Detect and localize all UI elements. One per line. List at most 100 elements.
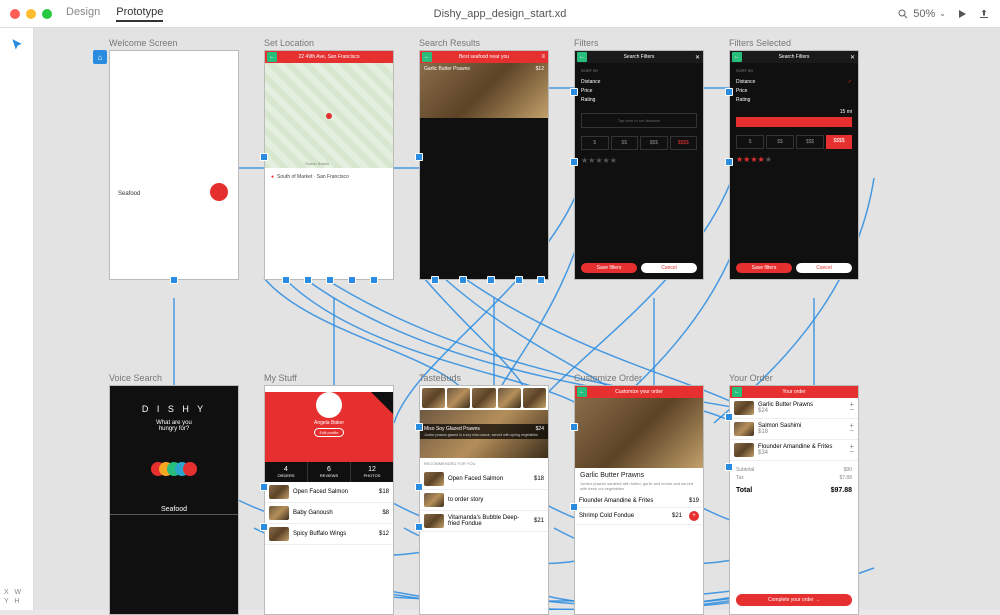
artboard-filters[interactable]: Filters ←Search Filters✕ SORT BY Distanc… <box>574 38 704 280</box>
list-item[interactable]: to order story <box>420 490 548 511</box>
prompt-line-2: hungry for? <box>110 426 238 432</box>
window-controls[interactable] <box>10 9 52 19</box>
cancel-button[interactable]: Cancel <box>796 263 852 273</box>
sort-distance[interactable]: Distance ✓ <box>736 78 852 87</box>
artboard-label: Your Order <box>729 373 859 383</box>
back-icon[interactable]: ← <box>267 52 277 62</box>
save-filters-button[interactable]: Save filters <box>736 263 792 273</box>
map-pin-icon <box>326 113 332 119</box>
save-filters-button[interactable]: Save filters <box>581 263 637 273</box>
search-field[interactable]: Seafood <box>118 191 140 197</box>
artboard-label: Filters <box>574 38 704 48</box>
back-icon[interactable]: ← <box>577 52 587 62</box>
sort-price[interactable]: Price <box>581 87 697 96</box>
cancel-button[interactable]: Cancel <box>641 263 697 273</box>
avatar[interactable] <box>316 392 342 418</box>
filters-header: ←Search Filters✕ <box>730 51 858 63</box>
waveform <box>110 462 238 476</box>
artboard-your-order[interactable]: Your Order ←Your order Garlic Butter Pra… <box>729 373 859 615</box>
price-3[interactable]: $$$ <box>796 135 824 149</box>
addon-item[interactable]: Shrimp Cold Fondue$21+ <box>575 508 703 525</box>
back-icon[interactable]: ← <box>732 52 742 62</box>
complete-order-button[interactable]: Complete your order → <box>736 594 852 606</box>
add-icon[interactable]: + <box>689 511 699 521</box>
chevron-down-icon: ⌄ <box>939 9 946 18</box>
price-4[interactable]: $$$$ <box>670 136 698 150</box>
pin-icon: ● <box>271 174 274 180</box>
sort-price[interactable]: Price <box>736 87 852 96</box>
sort-rating[interactable]: Rating <box>581 96 697 105</box>
back-icon[interactable]: ← <box>732 387 742 397</box>
play-icon[interactable] <box>956 8 968 20</box>
close-icon[interactable]: ✕ <box>695 54 700 61</box>
section-label: RECOMMENDED FOR YOU <box>420 458 548 469</box>
distance-input[interactable]: Tap here to set distance <box>581 113 697 128</box>
location-result[interactable]: ●South of Market · San Francisco <box>265 168 393 186</box>
price-2[interactable]: $$ <box>766 135 794 149</box>
coordinates-readout: X W Y H <box>4 589 21 606</box>
price-1[interactable]: $ <box>736 135 764 149</box>
price-1[interactable]: $ <box>581 136 609 150</box>
mode-tabs: Design Prototype <box>66 6 163 22</box>
order-item[interactable]: Salmon Sashimi$18+− <box>730 419 858 440</box>
artboard-voice-search[interactable]: Voice Search D I S H Y What are you hung… <box>109 373 239 615</box>
connector-handle[interactable] <box>170 276 178 284</box>
customize-header: ←Customize your order <box>575 386 703 398</box>
pointer-icon[interactable] <box>10 38 24 52</box>
distance-slider[interactable] <box>736 117 852 127</box>
edit-profile-button[interactable]: Edit profile <box>314 428 345 437</box>
filter-icon[interactable]: ≡ <box>541 54 545 60</box>
map-view[interactable]: Ocean Beach <box>265 63 393 168</box>
back-icon[interactable]: ← <box>577 387 587 397</box>
check-icon: ✓ <box>848 78 852 87</box>
profile-header: Angela Baker Edit profile <box>265 392 393 462</box>
list-item[interactable]: Spicy Buffalo Wings$12 <box>265 524 393 545</box>
connector-handle[interactable] <box>260 153 268 161</box>
tab-design[interactable]: Design <box>66 6 100 22</box>
artboard-filters-selected[interactable]: Filters Selected ←Search Filters✕ SORT B… <box>729 38 859 280</box>
dish-image <box>575 398 703 468</box>
price-2[interactable]: $$ <box>611 136 639 150</box>
dish-name: Garlic Butter Prawns <box>424 66 470 72</box>
list-item[interactable]: Open Faced Salmon$18 <box>420 469 548 490</box>
price-3[interactable]: $$$ <box>640 136 668 150</box>
feature-card[interactable]: Miso Soy Glazed Prawns$24 Jumbo prawns g… <box>420 410 548 458</box>
dish-price: $12 <box>536 66 544 72</box>
record-button[interactable] <box>210 183 228 201</box>
addon-item[interactable]: Flounder Amandine & Frites$19 <box>575 495 703 508</box>
dish-title: Garlic Butter Prawns <box>580 472 698 479</box>
artboard-customize-order[interactable]: Customize Order ←Customize your order Ga… <box>574 373 704 615</box>
artboard-label: TasteBuds <box>419 373 549 383</box>
artboard-welcome[interactable]: Welcome Screen ⌂ Seafood <box>109 38 239 280</box>
price-4[interactable]: $$$$ <box>826 135 852 149</box>
back-icon[interactable]: ← <box>422 52 432 62</box>
sort-rating[interactable]: Rating <box>736 96 852 105</box>
dish-hero[interactable]: Garlic Butter Prawns $12 <box>420 63 548 118</box>
dish-description: Jumbo prawns sautéed with butter, garlic… <box>580 481 698 491</box>
home-icon[interactable]: ⌂ <box>93 50 107 64</box>
order-item[interactable]: Flounder Amandine & Frites$34+− <box>730 440 858 461</box>
sort-distance[interactable]: Distance <box>581 78 697 87</box>
close-icon[interactable]: ✕ <box>850 54 855 61</box>
map-area-label: Ocean Beach <box>305 161 329 166</box>
share-icon[interactable] <box>978 8 990 20</box>
order-header: ←Your order <box>730 386 858 398</box>
list-item[interactable]: Baby Ganoush$8 <box>265 503 393 524</box>
brand-logo: D I S H Y <box>110 404 238 414</box>
order-item[interactable]: Garlic Butter Prawns$24+− <box>730 398 858 419</box>
tab-prototype[interactable]: Prototype <box>116 6 163 22</box>
artboard-search-results[interactable]: Search Results ←Best seafood near you≡ G… <box>419 38 549 280</box>
prototype-canvas[interactable]: Welcome Screen ⌂ Seafood Set Location ←2… <box>34 28 1000 610</box>
artboard-my-stuff[interactable]: My Stuff Angela Baker Edit profile 4ORDE… <box>264 373 394 615</box>
thumb-strip[interactable] <box>420 386 548 410</box>
list-item[interactable]: Vitamanda's Bubble Deep-fried Fondue$21 <box>420 511 548 532</box>
list-item[interactable]: Open Faced Salmon$18 <box>265 482 393 503</box>
artboard-set-location[interactable]: Set Location ←22 49th Ave, San Francisco… <box>264 38 394 280</box>
zoom-control[interactable]: 50% ⌄ <box>897 8 946 20</box>
artboard-label: Search Results <box>419 38 549 48</box>
artboard-tastebuds[interactable]: TasteBuds Miso Soy Glazed Prawns$24 Jumb… <box>419 373 549 615</box>
artboard-label: Welcome Screen <box>109 38 239 48</box>
sort-label: SORT BY <box>730 63 858 78</box>
sort-label: SORT BY <box>575 63 703 78</box>
filters-header: ←Search Filters✕ <box>575 51 703 63</box>
